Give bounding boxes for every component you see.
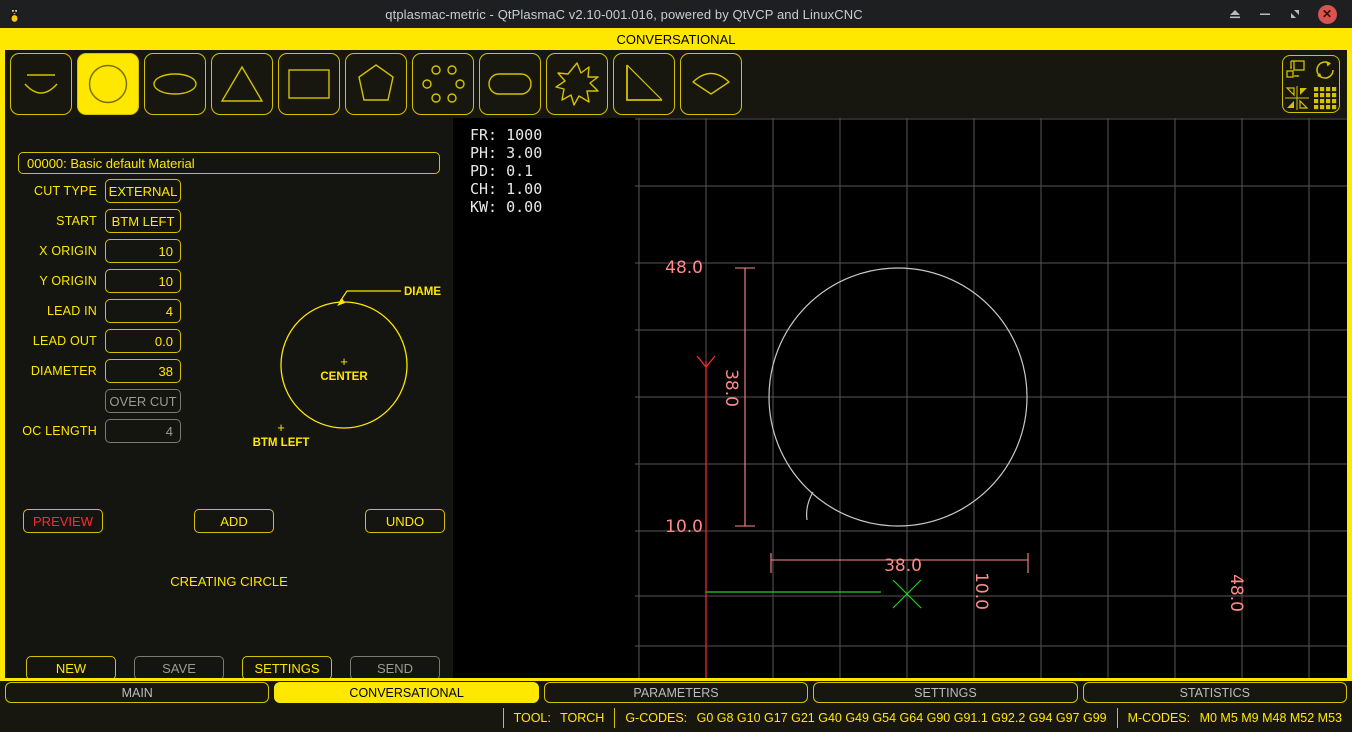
shape-bolt-circle-button[interactable] [412, 53, 474, 115]
shape-rectangle-button[interactable] [278, 53, 340, 115]
status-mcodes: M-CODES: M0 M5 M9 M48 M52 M53 [1118, 711, 1352, 725]
y-origin-input[interactable]: 10 [105, 269, 181, 293]
tab-parameters[interactable]: PARAMETERS [544, 682, 808, 703]
operations-panel [1282, 55, 1340, 113]
shape-slot-button[interactable] [479, 53, 541, 115]
block-array-icon[interactable] [1284, 57, 1310, 83]
x-max-label: 48.0 [1226, 574, 1246, 612]
shape-polygon-button[interactable] [345, 53, 407, 115]
field-label: LEAD OUT [5, 334, 105, 348]
conversational-panel: 00000: Basic default Material CUT TYPE E… [5, 118, 453, 678]
status-mcodes-value: M0 M5 M9 M48 M52 M53 [1200, 711, 1342, 725]
eject-icon[interactable] [1220, 0, 1250, 28]
page-title: CONVERSATIONAL [0, 28, 1352, 50]
y-min-label: 10.0 [665, 517, 703, 537]
status-bar: TOOL: TORCH G-CODES: G0 G8 G10 G17 G21 G… [0, 704, 1352, 732]
shape-toolbar [0, 50, 1352, 118]
status-gcodes-value: G0 G8 G10 G17 G21 G40 G49 G54 G64 G90 G9… [697, 711, 1107, 725]
window-controls: ✕ [1220, 0, 1352, 28]
over-cut-toggle[interactable]: OVER CUT [105, 389, 181, 413]
x-span-label: 38.0 [884, 556, 922, 576]
shape-sector-button[interactable] [680, 53, 742, 115]
shape-line-arc-button[interactable] [10, 53, 72, 115]
new-button[interactable]: NEW [26, 656, 116, 680]
material-selector[interactable]: 00000: Basic default Material [18, 152, 440, 174]
field-label: START [5, 214, 105, 228]
tab-settings[interactable]: SETTINGS [813, 682, 1077, 703]
lead-out-input[interactable]: 0.0 [105, 329, 181, 353]
tab-conversational[interactable]: CONVERSATIONAL [274, 682, 538, 703]
tab-statistics[interactable]: STATISTICS [1083, 682, 1347, 703]
rotate-icon[interactable] [1312, 57, 1338, 83]
dro-line-ch: CH: 1.00 [470, 180, 635, 198]
svg-text:+: + [277, 420, 285, 435]
preview-button[interactable]: PREVIEW [23, 509, 103, 533]
status-tool-value: TORCH [560, 711, 604, 725]
status-tool-key: TOOL: [514, 711, 551, 725]
field-label: CUT TYPE [5, 184, 105, 198]
field-label: DIAMETER [5, 364, 105, 378]
field-row-start: START BTM LEFT [5, 209, 453, 233]
undo-button[interactable]: UNDO [365, 509, 445, 533]
lead-in-input[interactable]: 4 [105, 299, 181, 323]
x-min-label: 10.0 [971, 572, 991, 610]
application-root: CONVERSATIONAL [0, 28, 1352, 732]
shape-ellipse-button[interactable] [144, 53, 206, 115]
close-icon: ✕ [1318, 5, 1337, 24]
shape-button-row [10, 53, 742, 115]
gcode-preview-plot[interactable]: 48.0 10.0 38.0 10.0 38.0 48.0 [635, 118, 1347, 678]
svg-text:CENTER: CENTER [320, 371, 368, 383]
dro-line-ph: PH: 3.00 [470, 144, 635, 162]
shape-star-button[interactable] [546, 53, 608, 115]
field-label: Y ORIGIN [5, 274, 105, 288]
svg-text:DIAMETER: DIAMETER [404, 286, 441, 298]
array-icon[interactable] [1312, 85, 1338, 111]
field-row-x-origin: X ORIGIN 10 [5, 239, 453, 263]
svg-text:BTM LEFT: BTM LEFT [253, 437, 310, 449]
status-tool: TOOL: TORCH [504, 711, 615, 725]
shape-reference-diagram: DIAMETER + CENTER + BTM LEFT [241, 270, 441, 465]
add-button[interactable]: ADD [194, 509, 274, 533]
field-label: X ORIGIN [5, 244, 105, 258]
shape-gusset-button[interactable] [613, 53, 675, 115]
window-titlebar: qtplasmac-metric - QtPlasmaC v2.10-001.0… [0, 0, 1352, 28]
status-gcodes: G-CODES: G0 G8 G10 G17 G21 G40 G49 G54 G… [615, 711, 1116, 725]
start-position-toggle[interactable]: BTM LEFT [105, 209, 181, 233]
dro-line-kw: KW: 0.00 [470, 198, 635, 216]
penguin-icon [0, 0, 28, 28]
dro-line-fr: FR: 1000 [470, 126, 635, 144]
minimize-icon[interactable] [1250, 0, 1280, 28]
shape-circle-button[interactable] [77, 53, 139, 115]
y-span-label: 38.0 [721, 369, 741, 407]
shape-triangle-button[interactable] [211, 53, 273, 115]
status-message: CREATING CIRCLE [5, 574, 453, 589]
y-max-label: 48.0 [665, 258, 703, 278]
main-tabbar: MAIN CONVERSATIONAL PARAMETERS SETTINGS … [0, 678, 1352, 704]
dro-readout: FR: 1000 PH: 3.00 PD: 0.1 CH: 1.00 KW: 0… [460, 118, 635, 678]
dro-line-pd: PD: 0.1 [470, 162, 635, 180]
field-label: LEAD IN [5, 304, 105, 318]
field-label: OC LENGTH [5, 424, 105, 438]
close-button[interactable]: ✕ [1310, 0, 1344, 28]
window-title: qtplasmac-metric - QtPlasmaC v2.10-001.0… [28, 7, 1220, 22]
status-mcodes-key: M-CODES: [1128, 711, 1191, 725]
oc-length-input[interactable]: 4 [105, 419, 181, 443]
main-body: 00000: Basic default Material CUT TYPE E… [0, 118, 1352, 678]
svg-text:+: + [340, 354, 348, 369]
mirror-icon[interactable] [1284, 85, 1310, 111]
cut-type-toggle[interactable]: EXTERNAL [105, 179, 181, 203]
field-row-cut-type: CUT TYPE EXTERNAL [5, 179, 453, 203]
save-button[interactable]: SAVE [134, 656, 224, 680]
status-gcodes-key: G-CODES: [625, 711, 687, 725]
x-origin-input[interactable]: 10 [105, 239, 181, 263]
maximize-icon[interactable] [1280, 0, 1310, 28]
settings-button[interactable]: SETTINGS [242, 656, 332, 680]
diameter-input[interactable]: 38 [105, 359, 181, 383]
tab-main[interactable]: MAIN [5, 682, 269, 703]
send-button[interactable]: SEND [350, 656, 440, 680]
